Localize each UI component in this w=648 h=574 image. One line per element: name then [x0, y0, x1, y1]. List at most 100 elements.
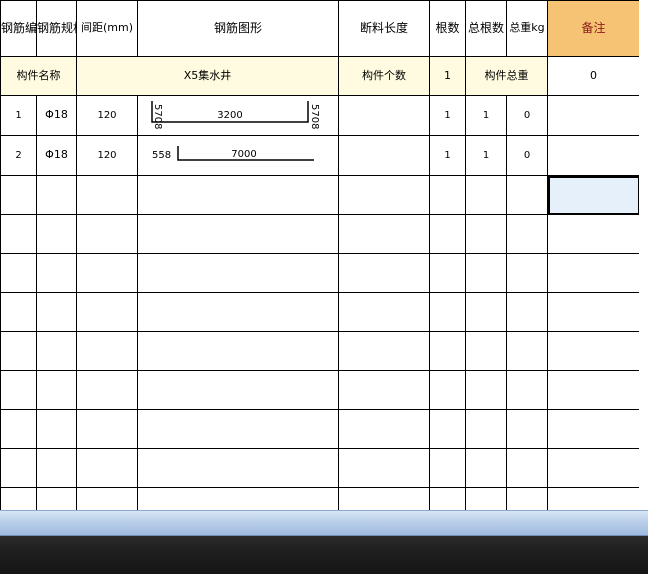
cell-remarks[interactable]: [547, 95, 640, 136]
empty-cell[interactable]: [338, 370, 430, 410]
empty-cell[interactable]: [36, 253, 77, 293]
empty-cell[interactable]: [36, 409, 77, 449]
empty-cell[interactable]: [137, 292, 339, 332]
empty-cell[interactable]: [137, 370, 339, 410]
header-total-count[interactable]: 总根数: [465, 0, 507, 57]
empty-cell[interactable]: [338, 331, 430, 371]
empty-cell[interactable]: [465, 292, 507, 332]
empty-cell[interactable]: [76, 175, 138, 215]
header-total-weight[interactable]: 总重kg: [506, 0, 548, 57]
header-spec[interactable]: 钢筋规格: [36, 0, 77, 57]
empty-cell[interactable]: [36, 331, 77, 371]
empty-cell[interactable]: [506, 409, 548, 449]
empty-cell[interactable]: [0, 487, 37, 510]
header-cut-length[interactable]: 断料长度: [338, 0, 430, 57]
empty-cell[interactable]: [137, 175, 339, 215]
empty-cell[interactable]: [506, 214, 548, 254]
cell-total-weight[interactable]: 0: [506, 135, 548, 176]
empty-cell[interactable]: [0, 175, 37, 215]
empty-cell[interactable]: [429, 331, 466, 371]
empty-cell[interactable]: [76, 409, 138, 449]
empty-cell[interactable]: [137, 448, 339, 488]
empty-cell[interactable]: [338, 487, 430, 510]
cell-shape[interactable]: 5708 3200 5708: [137, 95, 339, 136]
empty-cell[interactable]: [338, 214, 430, 254]
cell-spacing[interactable]: 120: [76, 95, 138, 136]
empty-cell[interactable]: [0, 448, 37, 488]
empty-cell[interactable]: [465, 253, 507, 293]
cell-spec[interactable]: Φ18: [36, 95, 77, 136]
empty-cell[interactable]: [76, 292, 138, 332]
empty-cell[interactable]: [547, 331, 640, 371]
empty-cell[interactable]: [465, 175, 507, 215]
empty-cell[interactable]: [465, 448, 507, 488]
empty-cell[interactable]: [429, 448, 466, 488]
empty-cell[interactable]: [76, 214, 138, 254]
empty-cell[interactable]: [76, 487, 138, 510]
cell-no[interactable]: 2: [0, 135, 37, 176]
empty-cell[interactable]: [506, 292, 548, 332]
empty-cell[interactable]: [137, 331, 339, 371]
cell-shape[interactable]: 558 7000: [137, 135, 339, 176]
cell-remarks[interactable]: [547, 135, 640, 176]
empty-cell[interactable]: [465, 409, 507, 449]
empty-cell[interactable]: [338, 253, 430, 293]
empty-cell[interactable]: [429, 487, 466, 510]
empty-cell[interactable]: [36, 487, 77, 510]
empty-cell[interactable]: [76, 253, 138, 293]
empty-cell[interactable]: [429, 370, 466, 410]
empty-cell[interactable]: [36, 292, 77, 332]
cell-count[interactable]: 1: [429, 95, 466, 136]
cell-cut-length[interactable]: [338, 95, 430, 136]
empty-cell[interactable]: [506, 448, 548, 488]
component-qty-label[interactable]: 构件个数: [338, 56, 430, 96]
empty-cell[interactable]: [36, 175, 77, 215]
cell-spec[interactable]: Φ18: [36, 135, 77, 176]
empty-cell[interactable]: [506, 331, 548, 371]
cell-total-weight[interactable]: 0: [506, 95, 548, 136]
empty-cell[interactable]: [465, 370, 507, 410]
empty-cell[interactable]: [506, 253, 548, 293]
cell-count[interactable]: 1: [429, 135, 466, 176]
empty-cell[interactable]: [0, 253, 37, 293]
empty-cell[interactable]: [547, 487, 640, 510]
empty-cell[interactable]: [76, 331, 138, 371]
empty-cell[interactable]: [465, 331, 507, 371]
header-spacing[interactable]: 间距(mm): [76, 0, 138, 57]
header-count[interactable]: 根数: [429, 0, 466, 57]
empty-cell[interactable]: [0, 292, 37, 332]
component-weight-value[interactable]: 0: [547, 56, 640, 96]
cell-cut-length[interactable]: [338, 135, 430, 176]
empty-cell[interactable]: [36, 370, 77, 410]
empty-cell[interactable]: [465, 487, 507, 510]
empty-cell[interactable]: [0, 409, 37, 449]
empty-cell[interactable]: [547, 214, 640, 254]
empty-cell[interactable]: [547, 370, 640, 410]
selected-cell[interactable]: [547, 175, 640, 215]
empty-cell[interactable]: [338, 448, 430, 488]
cell-total-count[interactable]: 1: [465, 135, 507, 176]
cell-total-count[interactable]: 1: [465, 95, 507, 136]
cell-spacing[interactable]: 120: [76, 135, 138, 176]
empty-cell[interactable]: [506, 487, 548, 510]
empty-cell[interactable]: [338, 409, 430, 449]
empty-cell[interactable]: [506, 175, 548, 215]
empty-cell[interactable]: [429, 409, 466, 449]
empty-cell[interactable]: [76, 370, 138, 410]
component-name-value[interactable]: X5集水井: [76, 56, 339, 96]
empty-cell[interactable]: [0, 331, 37, 371]
empty-cell[interactable]: [0, 370, 37, 410]
empty-cell[interactable]: [429, 292, 466, 332]
empty-cell[interactable]: [547, 448, 640, 488]
empty-cell[interactable]: [547, 292, 640, 332]
empty-cell[interactable]: [429, 253, 466, 293]
empty-cell[interactable]: [137, 253, 339, 293]
empty-cell[interactable]: [137, 409, 339, 449]
empty-cell[interactable]: [465, 214, 507, 254]
empty-cell[interactable]: [506, 370, 548, 410]
header-bar-no[interactable]: 钢筋编号: [0, 0, 37, 57]
empty-cell[interactable]: [36, 448, 77, 488]
empty-cell[interactable]: [36, 214, 77, 254]
empty-cell[interactable]: [137, 214, 339, 254]
component-weight-label[interactable]: 构件总重: [465, 56, 548, 96]
